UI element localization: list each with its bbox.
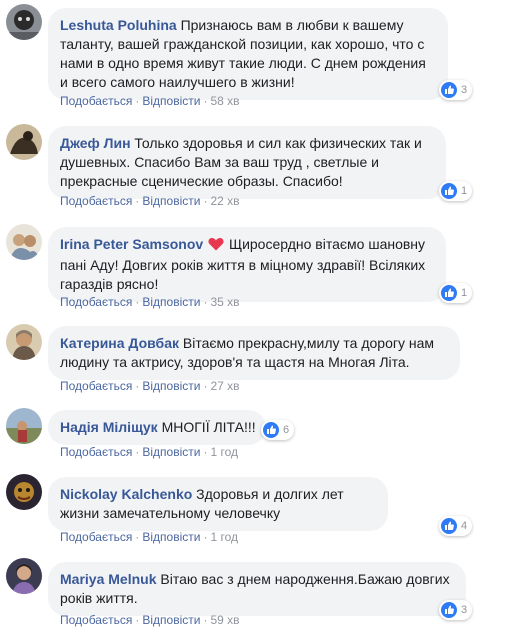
comment-bubble: Надія Міліщук МНОГІЇ ЛІТА!!! xyxy=(48,410,266,445)
like-icon xyxy=(441,82,457,98)
comment-author[interactable]: Irina Peter Samsonov xyxy=(60,236,203,252)
reply-link[interactable]: Відповісти xyxy=(142,379,200,393)
reaction-count[interactable]: 4 xyxy=(439,516,473,536)
timestamp[interactable]: 27 хв xyxy=(210,379,239,393)
comment-actions: Подобається · Відповісти · 1 год xyxy=(60,530,238,544)
like-icon xyxy=(441,602,457,618)
comment-actions: Подобається · Відповісти · 27 хв xyxy=(60,379,240,393)
comment-author[interactable]: Leshuta Poluhina xyxy=(60,17,177,33)
reply-link[interactable]: Відповісти xyxy=(142,613,200,627)
reaction-count[interactable]: 6 xyxy=(261,420,295,440)
like-icon xyxy=(263,422,279,438)
reaction-number: 6 xyxy=(283,424,290,436)
avatar[interactable] xyxy=(6,324,42,360)
comment-actions: Подобається · Відповісти · 22 хв xyxy=(60,194,240,208)
avatar[interactable] xyxy=(6,124,42,160)
timestamp[interactable]: 1 год xyxy=(210,445,238,459)
reaction-count[interactable]: 3 xyxy=(439,80,473,100)
like-link[interactable]: Подобається xyxy=(60,445,132,459)
comment-actions: Подобається · Відповісти · 1 год xyxy=(60,445,238,459)
reaction-count[interactable]: 1 xyxy=(439,181,473,201)
like-link[interactable]: Подобається xyxy=(60,295,132,309)
like-link[interactable]: Подобається xyxy=(60,379,132,393)
timestamp[interactable]: 22 хв xyxy=(210,194,239,208)
reply-link[interactable]: Відповісти xyxy=(142,530,200,544)
comment-actions: Подобається · Відповісти · 58 хв xyxy=(60,94,240,108)
comment-author[interactable]: Катерина Довбак xyxy=(60,335,179,351)
comment-bubble: Катерина Довбак Вітаємо прекрасну,милу т… xyxy=(48,326,460,380)
comment-author[interactable]: Джеф Лин xyxy=(60,135,131,151)
avatar[interactable] xyxy=(6,408,42,444)
timestamp[interactable]: 1 год xyxy=(210,530,238,544)
comment-bubble: Mariya Melnuk Вітаю вас з днем народженн… xyxy=(48,562,466,616)
comment-actions: Подобається · Відповісти · 35 хв xyxy=(60,295,240,309)
comment-text: МНОГІЇ ЛІТА!!! xyxy=(161,419,256,435)
reply-link[interactable]: Відповісти xyxy=(142,445,200,459)
timestamp[interactable]: 35 хв xyxy=(210,295,239,309)
comment-bubble: Irina Peter Samsonov Щиросердно вітаємо … xyxy=(48,227,446,302)
like-link[interactable]: Подобається xyxy=(60,613,132,627)
reaction-number: 1 xyxy=(461,185,468,197)
like-link[interactable]: Подобається xyxy=(60,194,132,208)
reply-link[interactable]: Відповісти xyxy=(142,94,200,108)
like-icon xyxy=(441,518,457,534)
comment-bubble: Джеф Лин Только здоровья и сил как физич… xyxy=(48,126,446,199)
like-link[interactable]: Подобається xyxy=(60,94,132,108)
reply-link[interactable]: Відповісти xyxy=(142,295,200,309)
like-icon xyxy=(441,183,457,199)
avatar[interactable] xyxy=(6,558,42,594)
reaction-number: 3 xyxy=(461,604,468,616)
comment-bubble: Leshuta Poluhina Признаюсь вам в любви к… xyxy=(48,8,448,100)
reaction-count[interactable]: 1 xyxy=(439,283,473,303)
comment-author[interactable]: Mariya Melnuk xyxy=(60,571,156,587)
comment-author[interactable]: Nickolay Kalchenko xyxy=(60,486,192,502)
avatar[interactable] xyxy=(6,474,42,510)
comment-author[interactable]: Надія Міліщук xyxy=(60,419,158,435)
like-link[interactable]: Подобається xyxy=(60,530,132,544)
avatar[interactable] xyxy=(6,4,42,40)
comment-actions: Подобається · Відповісти · 59 хв xyxy=(60,613,240,627)
comment-bubble: Nickolay Kalchenko Здоровья и долгих лет… xyxy=(48,477,388,531)
timestamp[interactable]: 59 хв xyxy=(210,613,239,627)
timestamp[interactable]: 58 хв xyxy=(210,94,239,108)
reaction-number: 4 xyxy=(461,520,468,532)
avatar[interactable] xyxy=(6,224,42,260)
reaction-count[interactable]: 3 xyxy=(439,600,473,620)
heart-icon xyxy=(208,237,224,256)
reaction-number: 1 xyxy=(461,287,468,299)
like-icon xyxy=(441,285,457,301)
reaction-number: 3 xyxy=(461,84,468,96)
reply-link[interactable]: Відповісти xyxy=(142,194,200,208)
